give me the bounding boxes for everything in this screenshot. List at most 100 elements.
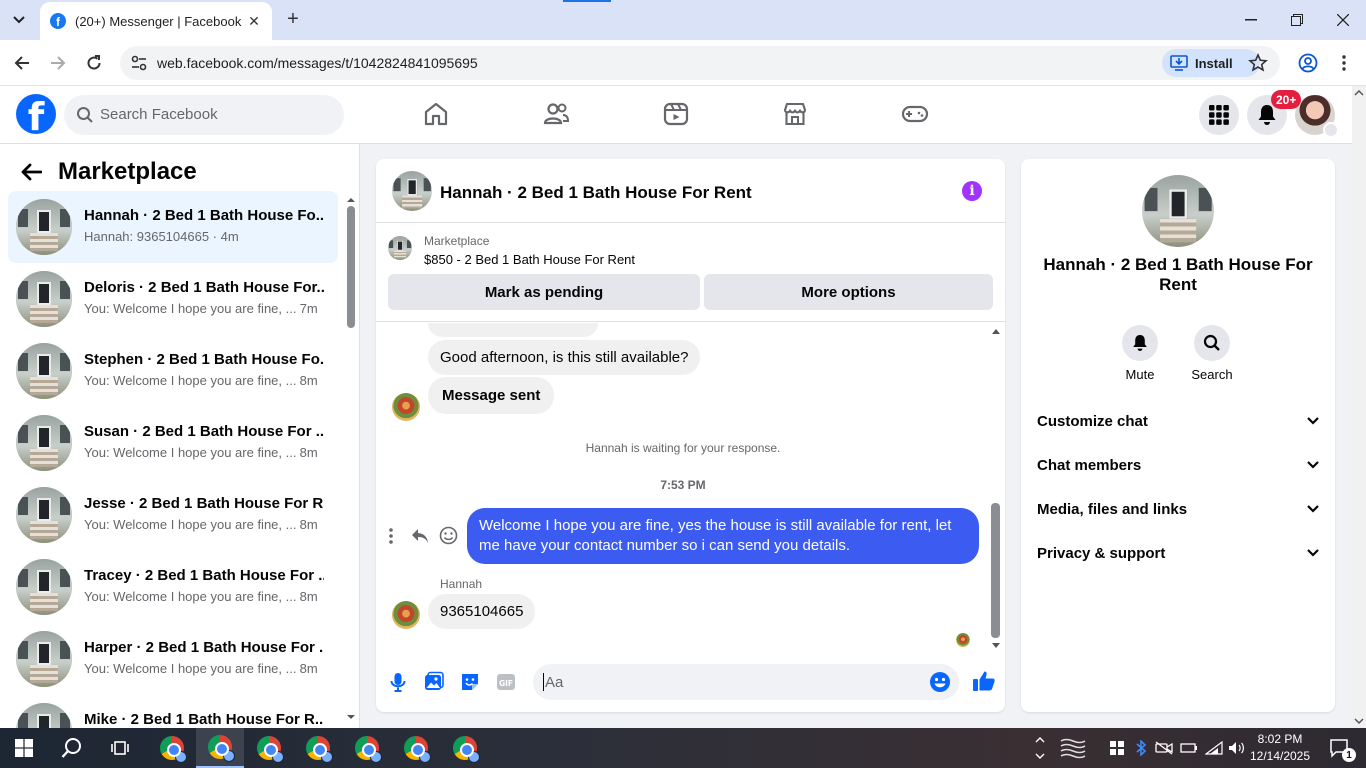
clock-time: 8:02 PM bbox=[1257, 732, 1303, 746]
close-window-button[interactable] bbox=[1320, 0, 1366, 40]
bell-icon bbox=[1133, 335, 1147, 351]
scroll-down-arrow-icon[interactable] bbox=[1352, 714, 1366, 728]
message-input[interactable]: Aa bbox=[533, 664, 959, 700]
more-actions-icon[interactable] bbox=[389, 528, 393, 544]
chat-item-harper[interactable]: Harper · 2 Bed 1 Bath House For ... You:… bbox=[8, 623, 338, 695]
listing-title[interactable]: $850 - 2 Bed 1 Bath House For Rent bbox=[424, 252, 635, 267]
video-icon[interactable] bbox=[662, 100, 690, 128]
chat-item-tracey[interactable]: Tracey · 2 Bed 1 Bath House For ... You:… bbox=[8, 551, 338, 623]
mute-button-circle bbox=[1122, 325, 1158, 361]
marketplace-icon[interactable] bbox=[781, 100, 809, 128]
close-tab-icon[interactable]: ✕ bbox=[246, 13, 262, 30]
menu-button[interactable] bbox=[1199, 95, 1239, 135]
grid-menu-icon bbox=[1209, 105, 1229, 125]
chat-item-hannah[interactable]: Hannah · 2 Bed 1 Bath House Fo... Hannah… bbox=[8, 191, 338, 263]
chat-item-jesse[interactable]: Jesse · 2 Bed 1 Bath House For R... You:… bbox=[8, 479, 338, 551]
scrollbar-thumb[interactable] bbox=[991, 503, 1000, 638]
chat-item-stephen[interactable]: Stephen · 2 Bed 1 Bath House Fo... You: … bbox=[8, 335, 338, 407]
emoji-icon[interactable] bbox=[929, 671, 951, 693]
reply-icon[interactable] bbox=[411, 528, 429, 544]
media-files-links-section[interactable]: Media, files and links bbox=[1037, 497, 1319, 521]
conversation-title[interactable]: Hannah · 2 Bed 1 Bath House For Rent bbox=[440, 183, 752, 203]
camera-off-icon bbox=[1155, 741, 1173, 755]
sender-avatar[interactable] bbox=[392, 601, 420, 629]
facebook-logo-icon[interactable]: f bbox=[16, 94, 56, 134]
weather-widget[interactable] bbox=[1058, 728, 1088, 768]
conversation-scrollbar[interactable] bbox=[990, 323, 1002, 649]
tray-overflow-arrows[interactable] bbox=[1032, 728, 1048, 768]
scroll-down-arrow-icon[interactable] bbox=[346, 712, 356, 722]
new-tab-button[interactable]: + bbox=[282, 8, 304, 30]
photo-icon[interactable] bbox=[423, 671, 445, 693]
bluetooth-tray-icon[interactable] bbox=[1132, 728, 1150, 768]
chat-item-deloris[interactable]: Deloris · 2 Bed 1 Bath House For... You:… bbox=[8, 263, 338, 335]
site-info-icon[interactable] bbox=[130, 54, 148, 72]
taskbar-chrome-1[interactable] bbox=[148, 728, 196, 768]
taskbar-search-button[interactable] bbox=[48, 728, 96, 768]
security-tray-icon[interactable] bbox=[1108, 728, 1126, 768]
reload-button[interactable] bbox=[82, 51, 106, 75]
notification-count-badge: 1 bbox=[1342, 748, 1356, 762]
back-arrow-icon[interactable] bbox=[20, 163, 42, 181]
microphone-icon[interactable] bbox=[387, 671, 409, 693]
profile-button[interactable] bbox=[1296, 51, 1320, 75]
taskbar-chrome-2[interactable] bbox=[196, 728, 244, 768]
clock-date: 12/14/2025 bbox=[1249, 749, 1311, 763]
browser-tab[interactable]: f (20+) Messenger | Facebook ✕ bbox=[40, 2, 272, 40]
notification-center-button[interactable]: 1 bbox=[1320, 728, 1360, 768]
thumbs-up-icon[interactable] bbox=[972, 669, 996, 693]
taskbar-chrome-7[interactable] bbox=[441, 728, 489, 768]
search-in-chat-button[interactable]: Search bbox=[1182, 325, 1242, 382]
address-bar[interactable]: web.facebook.com/messages/t/104282484109… bbox=[120, 46, 1280, 80]
conversation-avatar[interactable] bbox=[392, 171, 432, 211]
sender-avatar[interactable] bbox=[392, 393, 420, 421]
mute-button[interactable]: Mute bbox=[1110, 325, 1170, 382]
browser-menu-button[interactable] bbox=[1332, 51, 1356, 75]
taskbar-chrome-3[interactable] bbox=[245, 728, 293, 768]
chat-item-mike[interactable]: Mike · 2 Bed 1 Bath House For R... bbox=[8, 695, 338, 728]
chat-members-section[interactable]: Chat members bbox=[1037, 453, 1319, 477]
scroll-up-arrow-icon[interactable] bbox=[1352, 86, 1366, 100]
network-tray-icon[interactable] bbox=[1203, 728, 1225, 768]
forward-button[interactable] bbox=[46, 51, 70, 75]
battery-tray-icon[interactable] bbox=[1179, 728, 1199, 768]
taskbar-chrome-5[interactable] bbox=[343, 728, 391, 768]
search-icon bbox=[77, 107, 93, 123]
facebook-search-input[interactable]: Search Facebook bbox=[64, 95, 344, 135]
restore-button[interactable] bbox=[1274, 0, 1320, 40]
react-emoji-icon[interactable] bbox=[439, 526, 458, 545]
scrollbar-thumb[interactable] bbox=[347, 206, 355, 328]
chat-list-scrollbar[interactable] bbox=[346, 192, 356, 722]
minimize-button[interactable] bbox=[1228, 0, 1274, 40]
tab-search-button[interactable] bbox=[6, 8, 32, 32]
account-avatar[interactable] bbox=[1295, 95, 1339, 138]
scroll-up-arrow-icon[interactable] bbox=[990, 326, 1002, 336]
more-options-button[interactable]: More options bbox=[704, 274, 993, 310]
task-view-button[interactable] bbox=[96, 728, 144, 768]
listing-thumbnail bbox=[16, 631, 72, 687]
info-icon[interactable]: i bbox=[962, 181, 982, 201]
bookmark-star-icon[interactable] bbox=[1248, 53, 1268, 73]
install-app-button[interactable]: Install bbox=[1162, 49, 1260, 77]
privacy-support-section[interactable]: Privacy & support bbox=[1037, 541, 1319, 565]
listing-thumbnail bbox=[388, 236, 412, 260]
taskbar-chrome-6[interactable] bbox=[392, 728, 440, 768]
chat-item-susan[interactable]: Susan · 2 Bed 1 Bath House For ... You: … bbox=[8, 407, 338, 479]
taskbar-clock[interactable]: 8:02 PM 12/14/2025 bbox=[1244, 731, 1316, 765]
back-button[interactable] bbox=[10, 51, 34, 75]
scroll-up-arrow-icon[interactable] bbox=[346, 195, 356, 205]
chat-avatar-large bbox=[1142, 175, 1214, 247]
friends-icon[interactable] bbox=[542, 100, 570, 128]
chat-item-name: Deloris · 2 Bed 1 Bath House For... bbox=[84, 279, 324, 296]
taskbar-chrome-4[interactable] bbox=[294, 728, 342, 768]
home-icon[interactable] bbox=[422, 100, 450, 128]
gif-icon[interactable]: GIF bbox=[495, 671, 517, 693]
sticker-icon[interactable] bbox=[459, 671, 481, 693]
customize-chat-section[interactable]: Customize chat bbox=[1037, 409, 1319, 433]
page-scrollbar[interactable] bbox=[1352, 86, 1366, 728]
mark-as-pending-button[interactable]: Mark as pending bbox=[388, 274, 700, 310]
scroll-down-arrow-icon[interactable] bbox=[990, 641, 1002, 651]
start-button[interactable] bbox=[0, 728, 48, 768]
meet-now-tray-icon[interactable] bbox=[1154, 728, 1174, 768]
gaming-icon[interactable] bbox=[901, 100, 929, 128]
